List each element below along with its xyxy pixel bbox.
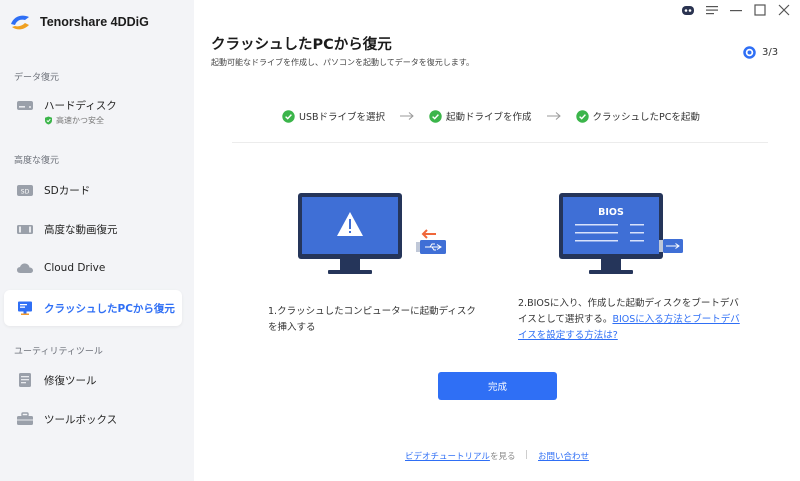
sidebar-item-crashed-pc[interactable]: クラッシュしたPCから復元 xyxy=(4,290,182,326)
toolbox-icon xyxy=(16,411,34,427)
sidebar-item-label: ハードディスク xyxy=(44,99,117,112)
step-label: USBドライブを選択 xyxy=(299,112,386,123)
step-indicator: USBドライブを選択 起動ドライブを作成 クラッシュしたPCを起動 xyxy=(282,108,700,124)
assistant-bot-icon[interactable] xyxy=(680,2,696,18)
arrow-right-icon xyxy=(400,112,414,120)
shield-check-icon xyxy=(45,116,52,125)
sidebar-item-label: Cloud Drive xyxy=(44,262,106,274)
hard-disk-icon xyxy=(16,97,34,113)
video-tutorial-suffix: を見る xyxy=(490,452,516,462)
section-label-advanced: 高度な復元 xyxy=(14,156,60,166)
crashed-pc-icon xyxy=(16,300,34,316)
step-counter: 3/3 xyxy=(743,46,778,59)
maximize-icon[interactable] xyxy=(752,2,768,18)
step-label: 起動ドライブを作成 xyxy=(446,112,532,123)
sd-card-icon: SD xyxy=(16,182,34,198)
sidebar-item-label: SDカード xyxy=(44,184,91,197)
step-count-label: 3/3 xyxy=(762,47,779,58)
section-label-data-recovery: データ復元 xyxy=(14,73,60,83)
close-icon[interactable] xyxy=(776,2,792,18)
footer: ビデオチュートリアル を見る | お問い合わせ xyxy=(0,450,800,462)
sidebar-item-label: 高度な動画復元 xyxy=(44,223,118,236)
sidebar-item-video[interactable]: 高度な動画復元 xyxy=(4,211,182,247)
sidebar-item-hard-disk[interactable]: ハードディスク 高速かつ安全 xyxy=(4,94,182,132)
page-title: クラッシュしたPCから復元 xyxy=(211,37,392,53)
badge-label: 高速かつ安全 xyxy=(56,116,104,125)
step-1: USBドライブを選択 xyxy=(282,109,385,123)
check-circle-icon xyxy=(282,109,295,123)
left-caption: 1.クラッシュしたコンピューターに起動ディスクを挿入する xyxy=(268,306,476,333)
app-name: Tenorshare 4DDiG xyxy=(40,15,149,29)
svg-text:SD: SD xyxy=(21,189,30,196)
sidebar: Tenorshare 4DDiG データ復元 ハードディスク 高速かつ安全 高度… xyxy=(0,0,194,481)
sidebar-item-label: クラッシュしたPCから復元 xyxy=(44,302,175,315)
sidebar-item-label: 修復ツール xyxy=(44,374,97,387)
video-icon xyxy=(16,221,34,237)
check-circle-icon xyxy=(429,109,442,123)
step-2: 起動ドライブを作成 xyxy=(429,109,532,123)
app-logo-icon xyxy=(11,15,29,30)
sidebar-item-cloud-drive[interactable]: Cloud Drive xyxy=(4,250,182,286)
done-button[interactable]: 完成 xyxy=(438,372,557,400)
check-circle-icon xyxy=(575,109,589,123)
page-subtitle: 起動可能なドライブを作成し、パソコンを起動してデータを復元します。 xyxy=(211,58,474,67)
security-badge: 高速かつ安全 xyxy=(44,115,104,126)
step-label: クラッシュしたPCを起動 xyxy=(592,112,700,123)
repair-icon xyxy=(16,372,34,388)
bios-illustration: BIOS xyxy=(559,193,683,274)
right-caption: 2.BIOSに入り、作成した起動ディスクをブートデバイスとして選択する。BIOS… xyxy=(518,296,740,344)
sidebar-item-toolbox[interactable]: ツールボックス xyxy=(4,401,182,437)
section-label-utility: ユーティリティツール xyxy=(14,347,103,357)
cloud-icon xyxy=(16,260,34,276)
insert-usb-illustration xyxy=(298,193,446,274)
divider xyxy=(232,142,768,143)
menu-icon[interactable] xyxy=(704,2,720,18)
contact-link[interactable]: お問い合わせ xyxy=(538,450,589,462)
arrow-right-icon xyxy=(546,112,561,120)
brand: Tenorshare 4DDiG xyxy=(8,10,149,34)
sidebar-item-repair[interactable]: 修復ツール xyxy=(4,362,182,398)
bios-screen-label: BIOS xyxy=(598,207,624,218)
step-3: クラッシュしたPCを起動 xyxy=(575,109,700,123)
progress-ring-icon xyxy=(743,46,756,59)
minimize-icon[interactable] xyxy=(728,2,744,18)
sidebar-item-label: ツールボックス xyxy=(44,413,118,426)
sidebar-item-sd-card[interactable]: SD SDカード xyxy=(4,172,182,208)
window-controls xyxy=(680,2,792,18)
footer-separator: | xyxy=(525,450,528,460)
video-tutorial-link[interactable]: ビデオチュートリアル xyxy=(405,450,490,462)
